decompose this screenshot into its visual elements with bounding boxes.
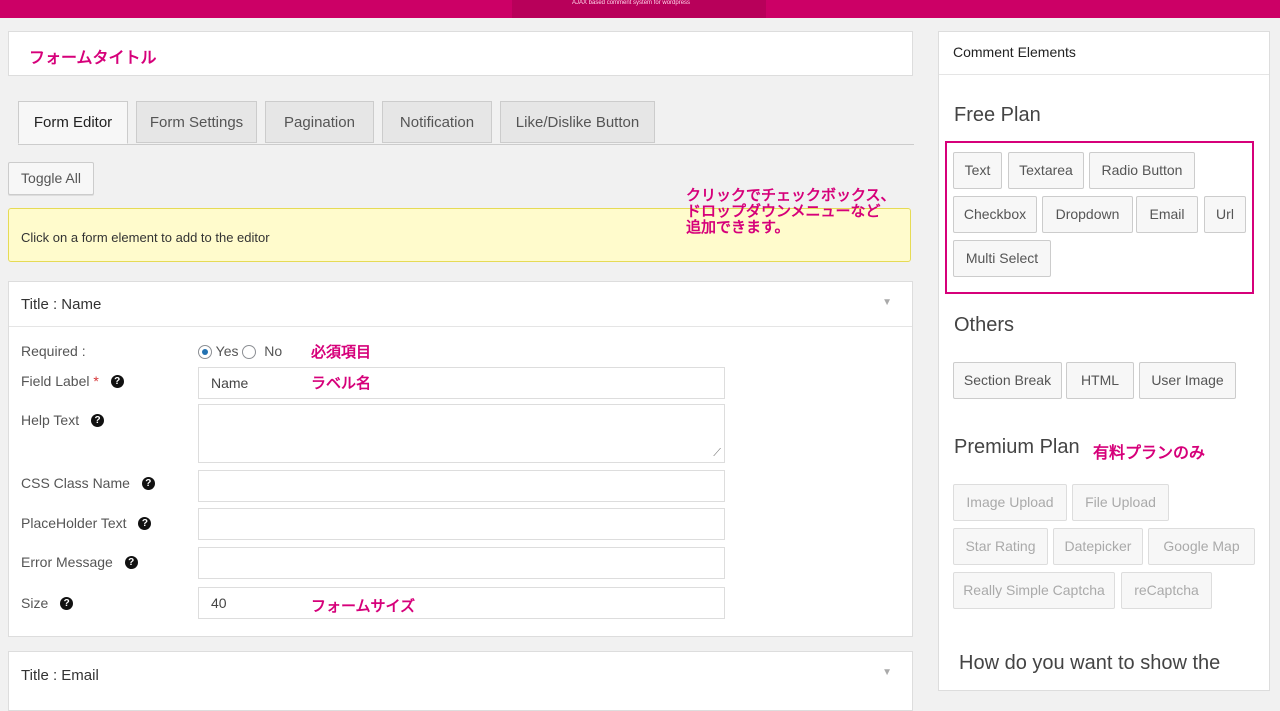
- required-star: *: [93, 373, 99, 389]
- help-text-textarea[interactable]: ⟋: [198, 404, 725, 463]
- sidebar-heading: Comment Elements: [953, 44, 1076, 60]
- toggle-all-button[interactable]: Toggle All: [8, 162, 94, 195]
- form-title-text: フォームタイトル: [29, 48, 157, 67]
- element-datepicker-button[interactable]: Datepicker: [1053, 528, 1143, 565]
- element-section-break-button[interactable]: Section Break: [953, 362, 1062, 399]
- field-panel-header[interactable]: Title : Name ▼: [9, 282, 912, 327]
- element-recaptcha-button[interactable]: reCaptcha: [1121, 572, 1212, 609]
- element-checkbox-button[interactable]: Checkbox: [953, 196, 1037, 233]
- field-label-text: Field Label: [21, 373, 90, 389]
- premium-plan-title: Premium Plan: [954, 436, 1080, 458]
- field-panel-title: Title : Name: [21, 296, 102, 313]
- click-annotation-line-1: クリックでチェックボックス、: [686, 186, 896, 204]
- help-icon[interactable]: ?: [141, 477, 155, 490]
- field-panel-email[interactable]: Title : Email ▼: [8, 651, 913, 711]
- required-yes-radio[interactable]: [198, 345, 212, 359]
- resize-handle-icon[interactable]: ⟋: [713, 447, 721, 460]
- element-email-button[interactable]: Email: [1136, 196, 1198, 233]
- element-user-image-button[interactable]: User Image: [1139, 362, 1236, 399]
- form-title-box[interactable]: フォームタイトル: [8, 31, 913, 76]
- required-yes-label: Yes: [215, 343, 239, 359]
- css-class-text: CSS Class Name: [21, 475, 130, 491]
- click-annotation-line-2: ドロップダウンメニューなど: [686, 202, 881, 220]
- element-radio-button[interactable]: Radio Button: [1089, 152, 1195, 189]
- element-dropdown-button[interactable]: Dropdown: [1042, 196, 1133, 233]
- sidebar-header: Comment Elements: [939, 32, 1269, 75]
- tab-form-settings[interactable]: Form Settings: [136, 101, 257, 143]
- help-text-text: Help Text: [21, 412, 80, 428]
- element-file-upload-button[interactable]: File Upload: [1072, 484, 1169, 521]
- element-image-upload-button[interactable]: Image Upload: [953, 484, 1067, 521]
- error-message-text: Error Message: [21, 554, 113, 570]
- required-radio-group: Yes No: [198, 343, 282, 359]
- required-no-label: No: [264, 343, 283, 359]
- tab-pagination[interactable]: Pagination: [265, 101, 374, 143]
- required-label: Required :: [21, 343, 86, 359]
- others-title: Others: [954, 314, 1015, 336]
- placeholder-input[interactable]: [198, 508, 725, 540]
- help-icon[interactable]: ?: [124, 556, 138, 569]
- css-class-input[interactable]: [198, 470, 725, 502]
- error-message-label: Error Message ?: [21, 554, 138, 570]
- help-icon[interactable]: ?: [60, 597, 74, 610]
- size-input[interactable]: 40: [198, 587, 725, 619]
- required-annotation: 必須項目: [311, 343, 372, 361]
- element-url-button[interactable]: Url: [1204, 196, 1246, 233]
- help-icon[interactable]: ?: [91, 414, 104, 427]
- click-annotation: クリックでチェックボックス、 ドロップダウンメニューなど 追加できます。: [686, 187, 896, 235]
- help-icon[interactable]: ?: [138, 517, 152, 530]
- editor-tabs: Form Editor Form Settings Pagination Not…: [18, 101, 914, 145]
- element-star-rating-button[interactable]: Star Rating: [953, 528, 1048, 565]
- placeholder-label: PlaceHolder Text ?: [21, 515, 152, 531]
- email-panel-title: Title : Email: [21, 667, 99, 684]
- element-multi-select-button[interactable]: Multi Select: [953, 240, 1051, 277]
- element-html-button[interactable]: HTML: [1066, 362, 1134, 399]
- label-name-annotation: ラベル名: [311, 374, 372, 392]
- element-textarea-button[interactable]: Textarea: [1008, 152, 1084, 189]
- placeholder-text: PlaceHolder Text: [21, 515, 127, 531]
- premium-annotation: 有料プランのみ: [1093, 443, 1206, 462]
- collapse-arrow-icon[interactable]: ▼: [882, 667, 892, 678]
- field-label-input[interactable]: Name: [198, 367, 725, 399]
- element-google-map-button[interactable]: Google Map: [1148, 528, 1255, 565]
- css-class-label: CSS Class Name ?: [21, 475, 155, 491]
- tab-notification[interactable]: Notification: [382, 101, 492, 143]
- banner-subtitle: AJAX based comment system for wordpress: [572, 0, 691, 6]
- element-really-simple-captcha-button[interactable]: Really Simple Captcha: [953, 572, 1115, 609]
- click-annotation-line-3: 追加できます。: [686, 218, 790, 236]
- field-panel-name: Title : Name ▼ Required : Yes No 必須項目 Fi…: [8, 281, 913, 637]
- tab-like-dislike-button[interactable]: Like/Dislike Button: [500, 101, 655, 143]
- error-message-input[interactable]: [198, 547, 725, 579]
- comment-elements-sidebar: Comment Elements Free Plan Text Textarea…: [938, 31, 1270, 691]
- size-label: Size ?: [21, 595, 74, 611]
- field-label-label: Field Label * ?: [21, 373, 124, 389]
- notice-text: Click on a form element to add to the ed…: [21, 230, 270, 245]
- element-text-button[interactable]: Text: [953, 152, 1002, 189]
- help-text-label: Help Text ?: [21, 412, 104, 428]
- form-size-annotation: フォームサイズ: [311, 597, 416, 615]
- help-icon[interactable]: ?: [110, 375, 124, 388]
- size-text: Size: [21, 595, 49, 611]
- free-plan-title: Free Plan: [954, 104, 1041, 126]
- tab-form-editor[interactable]: Form Editor: [18, 101, 128, 144]
- required-no-radio[interactable]: [242, 345, 257, 359]
- collapse-arrow-icon[interactable]: ▼: [882, 297, 892, 308]
